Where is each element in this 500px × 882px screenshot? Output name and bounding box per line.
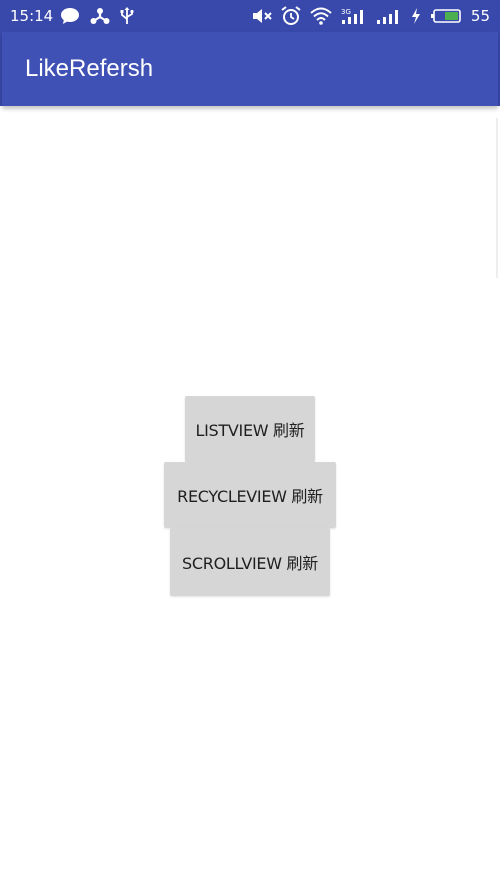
screen: 15:14 3G 55 LikeRefersh LISTVIEW 刷新 RECY… bbox=[0, 0, 500, 882]
charging-icon bbox=[411, 7, 421, 25]
usb-icon bbox=[120, 7, 134, 25]
app-title: LikeRefersh bbox=[25, 55, 154, 82]
status-time: 15:14 bbox=[10, 7, 54, 25]
listview-refresh-button[interactable]: LISTVIEW 刷新 bbox=[185, 396, 315, 462]
signal-icon bbox=[376, 7, 402, 25]
battery-percentage: 55 bbox=[470, 7, 490, 25]
status-bar: 15:14 3G 55 bbox=[0, 0, 500, 32]
battery-icon bbox=[430, 7, 462, 25]
recycleview-refresh-button[interactable]: RECYCLEVIEW 刷新 bbox=[164, 462, 336, 528]
chat-bubble-icon bbox=[60, 7, 80, 25]
svg-text:3G: 3G bbox=[341, 8, 351, 16]
alarm-icon bbox=[281, 6, 301, 26]
scroll-indicator bbox=[496, 118, 498, 278]
scrollview-refresh-button[interactable]: SCROLLVIEW 刷新 bbox=[170, 528, 330, 596]
signal-3g-icon: 3G bbox=[341, 7, 367, 25]
app-bar: LikeRefersh bbox=[2, 32, 498, 106]
wifi-icon bbox=[310, 7, 332, 25]
main-content: LISTVIEW 刷新 RECYCLEVIEW 刷新 SCROLLVIEW 刷新 bbox=[0, 106, 500, 882]
mute-icon bbox=[252, 7, 272, 25]
status-left-icons bbox=[60, 6, 134, 26]
share-node-icon bbox=[90, 7, 110, 25]
status-right-icons: 3G 55 bbox=[252, 6, 490, 26]
